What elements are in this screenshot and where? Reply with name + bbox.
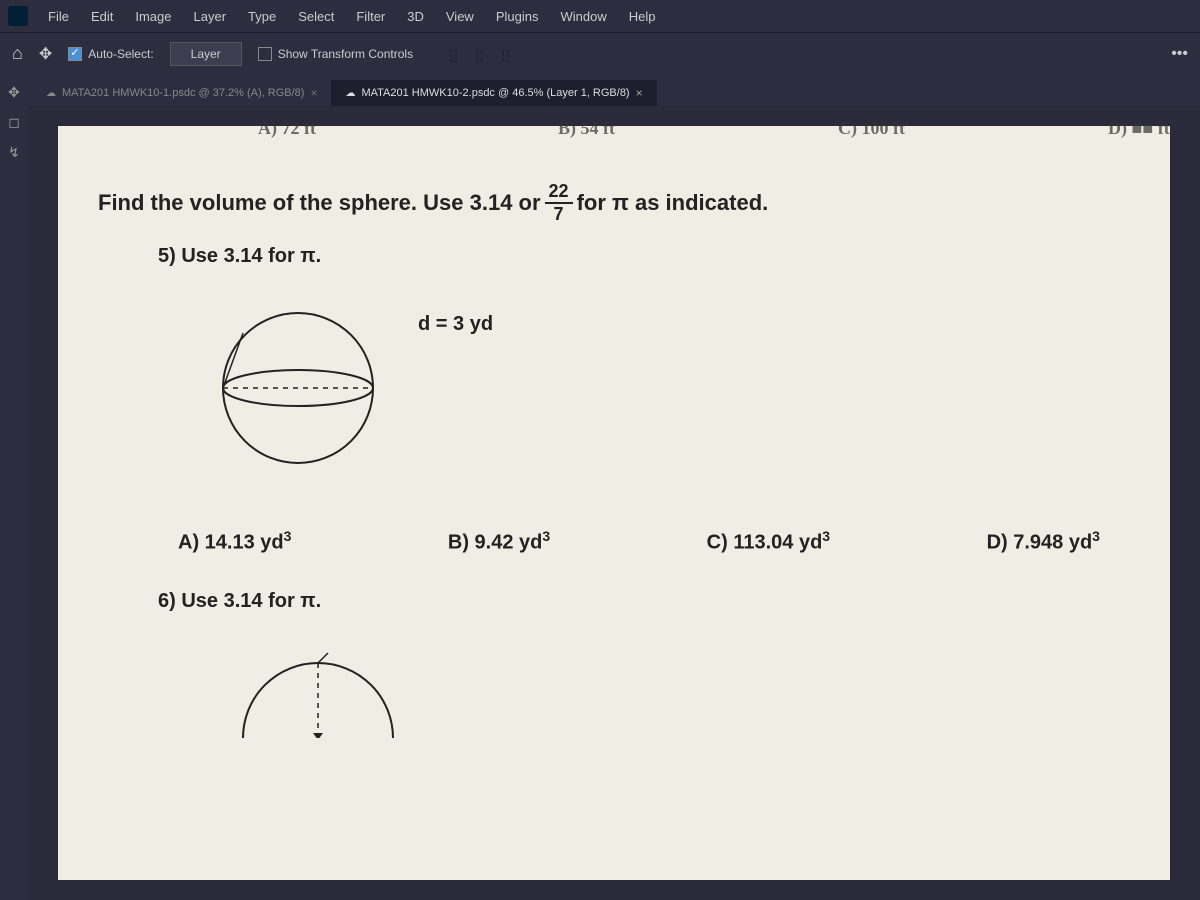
question-5-label: 5) Use 3.14 for π. <box>158 245 1130 268</box>
cloud-icon: ☁ <box>345 88 355 99</box>
menu-type[interactable]: Type <box>238 5 286 28</box>
home-icon[interactable]: ⌂ <box>12 43 23 64</box>
menu-window[interactable]: Window <box>550 5 616 28</box>
move-tool[interactable]: ✥ <box>0 78 28 106</box>
instruction-text: Find the volume of the sphere. Use 3.14 … <box>98 181 1130 225</box>
menu-help[interactable]: Help <box>619 5 666 28</box>
auto-select-checkbox[interactable] <box>68 47 82 61</box>
menu-edit[interactable]: Edit <box>81 5 123 28</box>
answer-d: D) 7.948 yd3 <box>987 528 1100 555</box>
show-transform-checkbox[interactable] <box>258 47 272 61</box>
toolbox: ✥ ◻ ↯ <box>0 74 28 900</box>
doc-tab-1-label: MATA201 HMWK10-1.psdc @ 37.2% (A), RGB/8… <box>62 87 304 99</box>
layer-dropdown[interactable]: Layer <box>170 42 242 66</box>
sphere2-diagram <box>228 638 408 738</box>
alignment-icons-group: ▯ ▯ ▯ <box>449 45 519 63</box>
instruction-part1: Find the volume of the sphere. Use 3.14 … <box>98 190 541 216</box>
diameter-label: d = 3 yd <box>418 313 493 336</box>
lasso-tool[interactable]: ↯ <box>0 138 28 166</box>
canvas-area: ☁ MATA201 HMWK10-1.psdc @ 37.2% (A), RGB… <box>28 74 1200 900</box>
sphere-diagram <box>208 298 388 478</box>
more-options-icon[interactable]: ••• <box>1171 45 1188 63</box>
canvas-viewport[interactable]: A) 72 ft B) 54 ft C) 100 ft D) ■■ ft Fin… <box>28 106 1200 900</box>
menu-plugins[interactable]: Plugins <box>486 5 549 28</box>
prev-answer-a: A) 72 ft <box>258 118 316 139</box>
doc-tab-2-label: MATA201 HMWK10-2.psdc @ 46.5% (Layer 1, … <box>361 87 629 99</box>
app-logo-icon <box>8 6 28 26</box>
menu-image[interactable]: Image <box>125 5 181 28</box>
close-tab-2-icon[interactable]: × <box>636 86 643 100</box>
document-tabs: ☁ MATA201 HMWK10-1.psdc @ 37.2% (A), RGB… <box>28 74 1200 106</box>
document-content: A) 72 ft B) 54 ft C) 100 ft D) ■■ ft Fin… <box>58 126 1170 880</box>
menu-select[interactable]: Select <box>288 5 344 28</box>
auto-select-label: Auto-Select: <box>88 47 153 61</box>
menu-filter[interactable]: Filter <box>346 5 395 28</box>
align-right-icon[interactable]: ▯ <box>501 45 519 63</box>
fraction-numerator: 22 <box>545 181 573 204</box>
close-tab-1-icon[interactable]: × <box>310 86 317 100</box>
doc-tab-2[interactable]: ☁ MATA201 HMWK10-2.psdc @ 46.5% (Layer 1… <box>331 80 656 106</box>
show-transform-wrapper: Show Transform Controls <box>258 47 413 61</box>
cloud-icon: ☁ <box>46 88 56 99</box>
prev-answer-b: B) 54 ft <box>558 118 615 139</box>
answers-row: A) 14.13 yd3 B) 9.42 yd3 C) 113.04 yd3 D… <box>178 528 1100 555</box>
main-area: ✥ ◻ ↯ ☁ MATA201 HMWK10-1.psdc @ 37.2% (A… <box>0 74 1200 900</box>
show-transform-label: Show Transform Controls <box>278 47 413 61</box>
move-tool-icon[interactable]: ✥ <box>39 44 52 64</box>
options-bar: ⌂ ✥ Auto-Select: Layer Show Transform Co… <box>0 32 1200 74</box>
menu-file[interactable]: File <box>38 5 79 28</box>
fraction-denominator: 7 <box>550 204 568 225</box>
doc-tab-1[interactable]: ☁ MATA201 HMWK10-1.psdc @ 37.2% (A), RGB… <box>32 80 331 106</box>
instruction-part2: for π as indicated. <box>577 190 769 216</box>
fraction-22-7: 22 7 <box>545 181 573 225</box>
prev-answer-d: D) ■■ ft <box>1108 118 1170 139</box>
answer-c: C) 113.04 yd3 <box>707 528 830 555</box>
answer-a: A) 14.13 yd3 <box>178 528 291 555</box>
menu-layer[interactable]: Layer <box>184 5 237 28</box>
answer-b: B) 9.42 yd3 <box>448 528 550 555</box>
question-6-label: 6) Use 3.14 for π. <box>158 590 1130 613</box>
diagram-area: d = 3 yd <box>208 298 1130 478</box>
marquee-tool[interactable]: ◻ <box>0 108 28 136</box>
menu-view[interactable]: View <box>436 5 484 28</box>
prev-answer-c: C) 100 ft <box>838 118 905 139</box>
align-left-icon[interactable]: ▯ <box>449 45 467 63</box>
auto-select-checkbox-wrapper: Auto-Select: <box>68 47 153 61</box>
menubar: File Edit Image Layer Type Select Filter… <box>0 0 1200 32</box>
sphere2-diagram-area <box>228 638 1130 743</box>
menu-3d[interactable]: 3D <box>397 5 434 28</box>
align-center-icon[interactable]: ▯ <box>475 45 493 63</box>
